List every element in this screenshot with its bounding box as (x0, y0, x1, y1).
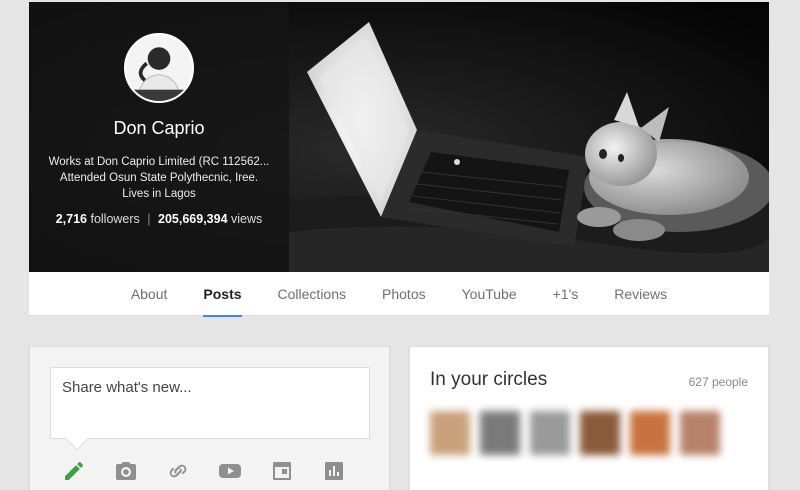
followers-count: 2,716 (55, 212, 87, 226)
circles-title: In your circles (430, 369, 548, 390)
in-your-circles-card: In your circles 627 people (409, 346, 769, 490)
camera-icon[interactable] (114, 459, 138, 483)
profile-bio: Works at Don Caprio Limited (RC 112562..… (39, 154, 279, 202)
share-card: Share what's new... (29, 346, 390, 490)
profile-avatar[interactable] (124, 33, 194, 103)
bio-education: Attended Osun State Polythecnic, Iree. (59, 172, 259, 184)
tab-youtube[interactable]: YouTube (444, 272, 535, 316)
profile-name: Don Caprio (113, 118, 205, 138)
tab-photos[interactable]: Photos (364, 272, 444, 316)
tab-about[interactable]: About (113, 272, 186, 316)
pencil-icon[interactable] (62, 459, 86, 483)
circle-avatar[interactable] (680, 411, 720, 455)
profile-panel: Don Caprio Works at Don Caprio Limited (… (29, 2, 289, 272)
person-icon (126, 35, 192, 101)
video-icon[interactable] (218, 459, 242, 483)
circle-avatar[interactable] (530, 411, 570, 455)
views-count: 205,669,394 (158, 212, 228, 226)
share-input[interactable]: Share what's new... (50, 367, 370, 451)
share-box-caret (65, 427, 89, 451)
circle-avatar[interactable] (430, 411, 470, 455)
link-icon[interactable] (166, 459, 190, 483)
tabs: About Posts Collections Photos YouTube +… (29, 272, 769, 317)
profile-stats: 2,716 followers | 205,669,394 views (29, 212, 289, 226)
stats-divider: | (147, 212, 151, 226)
share-placeholder: Share what's new... (62, 379, 192, 396)
tab-reviews[interactable]: Reviews (596, 272, 685, 316)
poll-icon[interactable] (322, 459, 346, 483)
bio-location: Lives in Lagos (122, 188, 196, 200)
tab-posts[interactable]: Posts (185, 272, 259, 317)
bio-work: Works at Don Caprio Limited (RC 112562..… (48, 156, 270, 168)
circle-avatars (430, 411, 750, 457)
followers-label[interactable]: followers (90, 212, 139, 226)
profile-tab-bar: About Posts Collections Photos YouTube +… (29, 272, 769, 317)
circle-avatar[interactable] (630, 411, 670, 455)
tab-plus-ones[interactable]: +1's (535, 272, 597, 316)
views-label: views (231, 212, 263, 226)
circle-avatar[interactable] (480, 411, 520, 455)
tab-collections[interactable]: Collections (260, 272, 364, 316)
event-icon[interactable] (270, 459, 294, 483)
circles-count[interactable]: 627 people (689, 375, 748, 389)
circle-avatar[interactable] (580, 411, 620, 455)
share-toolbar (50, 459, 370, 483)
cover-banner: Don Caprio Works at Don Caprio Limited (… (29, 2, 769, 272)
